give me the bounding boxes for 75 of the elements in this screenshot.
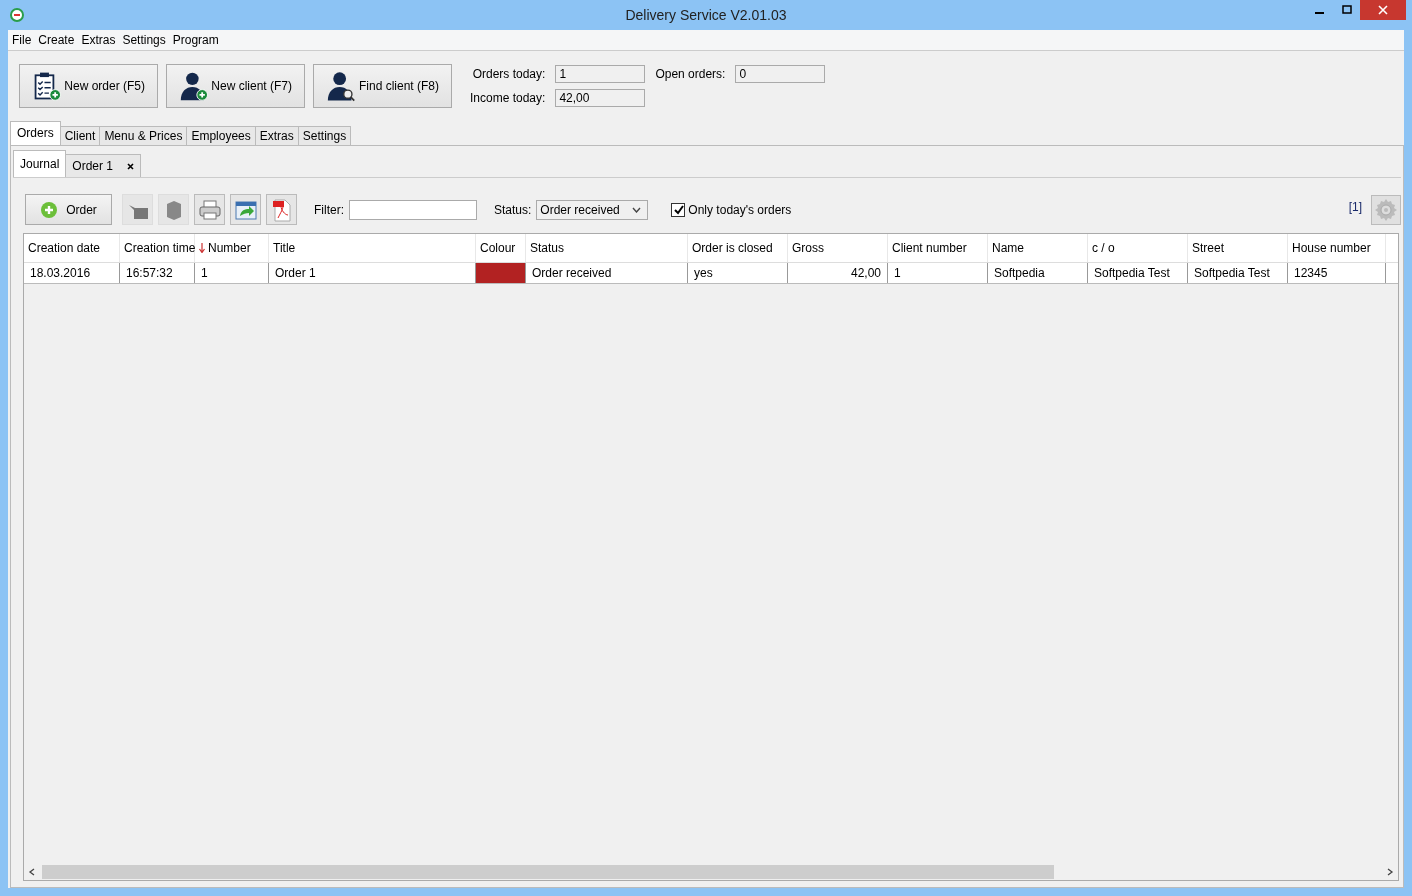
column-header[interactable]: Colour xyxy=(476,234,526,262)
field-label: Open orders: xyxy=(655,67,726,81)
record-count: [1] xyxy=(1348,200,1362,214)
scrollbar-thumb[interactable] xyxy=(42,865,1054,879)
toolbar-button[interactable]: New client (F7) xyxy=(166,64,305,108)
close-icon xyxy=(1378,5,1388,15)
add-order-button[interactable]: Order xyxy=(25,194,112,225)
tab[interactable]: Employees xyxy=(186,126,256,145)
pdf-icon xyxy=(270,197,293,222)
column-header[interactable]: Creation time xyxy=(120,234,195,262)
orders-today-field[interactable]: 1 xyxy=(555,65,646,83)
field-label: Orders today: xyxy=(471,67,546,81)
menu-item[interactable]: Extras xyxy=(81,33,116,47)
user-search-icon xyxy=(326,69,357,103)
add-icon xyxy=(40,200,59,219)
column-header[interactable]: Client number xyxy=(888,234,988,262)
window-title: Delivery Service V2.01.03 xyxy=(624,7,788,23)
table-cell: Softpedia xyxy=(988,263,1088,283)
tab[interactable]: Order 1 xyxy=(65,154,142,177)
column-header[interactable]: Number xyxy=(195,234,269,262)
menu-item[interactable]: Create xyxy=(38,33,75,47)
table-cell: Order received xyxy=(526,263,688,283)
menu-item[interactable]: Settings xyxy=(122,33,166,47)
field-label: Income today: xyxy=(470,91,546,105)
menu-item[interactable]: Program xyxy=(172,33,219,47)
checkmark-icon xyxy=(672,204,684,215)
table-cell: 12345 xyxy=(1288,263,1386,283)
settings-icon xyxy=(1374,197,1398,222)
printer-icon xyxy=(197,198,222,221)
filter-label: Filter: xyxy=(314,202,344,217)
menu-item[interactable]: File xyxy=(12,33,32,47)
table-cell: 1 xyxy=(888,263,988,283)
table-cell: yes xyxy=(688,263,788,283)
scroll-left-icon[interactable] xyxy=(28,868,36,876)
column-header[interactable]: Creation date xyxy=(24,234,120,262)
column-header[interactable]: Street xyxy=(1188,234,1288,262)
tab[interactable]: Settings xyxy=(297,126,352,145)
status-dropdown[interactable]: Order received xyxy=(536,199,649,220)
column-header[interactable]: Name xyxy=(988,234,1088,262)
table-cell: Softpedia Test xyxy=(1188,263,1288,283)
column-header[interactable]: Gross xyxy=(788,234,888,262)
table-cell: Softpedia Test xyxy=(1088,263,1188,283)
tab[interactable]: Extras xyxy=(254,126,299,145)
tab[interactable]: Menu & Prices xyxy=(99,126,188,145)
print-button[interactable] xyxy=(194,194,225,225)
status-label: Status: xyxy=(494,202,532,217)
table-cell: 16:57:32 xyxy=(120,263,195,283)
filter-field[interactable] xyxy=(349,199,477,220)
toolbar-button[interactable]: Find client (F8) xyxy=(313,64,452,108)
open-orders-field[interactable]: 0 xyxy=(735,65,826,83)
toolbar-button[interactable]: New order (F5) xyxy=(19,64,158,108)
app-logo-icon xyxy=(10,8,24,22)
column-header[interactable]: c / o xyxy=(1088,234,1188,262)
tab[interactable]: Client xyxy=(59,126,101,145)
minimize-icon xyxy=(1315,12,1324,14)
column-header[interactable]: House number xyxy=(1288,234,1386,262)
pdf-button[interactable] xyxy=(266,194,297,225)
chevron-down-icon xyxy=(632,206,642,213)
income-today-field[interactable]: 42,00 xyxy=(555,89,646,107)
table-cell: 18.03.2016 xyxy=(24,263,120,283)
table-cell: 42,00 xyxy=(788,263,888,283)
only-today-checkbox[interactable]: Only today's orders xyxy=(671,202,792,217)
export-button[interactable] xyxy=(230,194,261,225)
toolbar-button[interactable] xyxy=(158,194,189,225)
tab[interactable]: Orders xyxy=(10,121,61,145)
scroll-right-icon[interactable] xyxy=(1386,868,1394,876)
column-header[interactable]: Status xyxy=(526,234,688,262)
maximize-icon xyxy=(1341,5,1352,15)
tab[interactable]: Journal xyxy=(13,150,67,177)
column-header[interactable]: Order is closed xyxy=(688,234,788,262)
table-cell: 1 xyxy=(195,263,269,283)
column-header[interactable]: Title xyxy=(269,234,476,262)
export-icon xyxy=(233,198,258,221)
close-icon[interactable] xyxy=(127,162,135,170)
toolbar-button[interactable] xyxy=(122,194,153,225)
